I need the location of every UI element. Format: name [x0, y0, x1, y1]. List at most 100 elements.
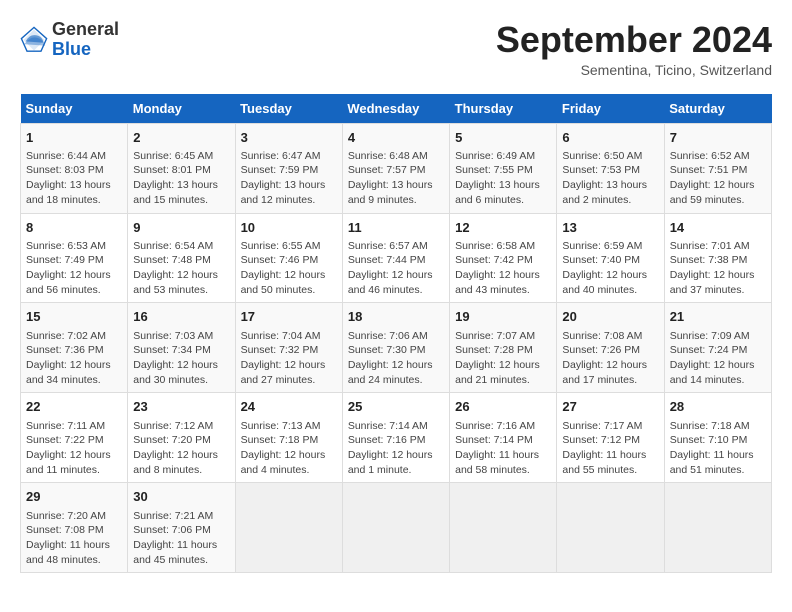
calendar-cell	[235, 483, 342, 573]
day-info: Sunrise: 6:50 AM Sunset: 7:53 PM Dayligh…	[562, 149, 658, 208]
day-info: Sunrise: 7:21 AM Sunset: 7:06 PM Dayligh…	[133, 509, 229, 568]
calendar-cell: 11 Sunrise: 6:57 AM Sunset: 7:44 PM Dayli…	[342, 213, 449, 303]
day-number: 9	[133, 219, 229, 237]
day-number: 21	[670, 308, 766, 326]
day-number: 30	[133, 488, 229, 506]
day-info: Sunrise: 6:48 AM Sunset: 7:57 PM Dayligh…	[348, 149, 444, 208]
day-number: 5	[455, 129, 551, 147]
calendar-week-row: 29Sunrise: 7:20 AM Sunset: 7:08 PM Dayli…	[21, 483, 772, 573]
day-info: Sunrise: 6:59 AM Sunset: 7:40 PM Dayligh…	[562, 239, 658, 298]
day-number: 28	[670, 398, 766, 416]
header-tuesday: Tuesday	[235, 94, 342, 124]
day-number: 12	[455, 219, 551, 237]
day-info: Sunrise: 6:49 AM Sunset: 7:55 PM Dayligh…	[455, 149, 551, 208]
calendar-cell	[450, 483, 557, 573]
day-number: 26	[455, 398, 551, 416]
calendar-cell	[664, 483, 771, 573]
calendar-table: Sunday Monday Tuesday Wednesday Thursday…	[20, 94, 772, 574]
day-info: Sunrise: 6:55 AM Sunset: 7:46 PM Dayligh…	[241, 239, 337, 298]
calendar-cell: 21 Sunrise: 7:09 AM Sunset: 7:24 PM Dayli…	[664, 303, 771, 393]
location-subtitle: Sementina, Ticino, Switzerland	[496, 62, 772, 78]
header-wednesday: Wednesday	[342, 94, 449, 124]
day-number: 14	[670, 219, 766, 237]
calendar-cell: 1 Sunrise: 6:44 AM Sunset: 8:03 PM Daylig…	[21, 123, 128, 213]
calendar-cell: 24Sunrise: 7:13 AM Sunset: 7:18 PM Dayli…	[235, 393, 342, 483]
day-info: Sunrise: 7:07 AM Sunset: 7:28 PM Dayligh…	[455, 329, 551, 388]
day-info: Sunrise: 7:09 AM Sunset: 7:24 PM Dayligh…	[670, 329, 766, 388]
day-number: 11	[348, 219, 444, 237]
day-number: 22	[26, 398, 122, 416]
calendar-cell	[342, 483, 449, 573]
calendar-cell: 14 Sunrise: 7:01 AM Sunset: 7:38 PM Dayli…	[664, 213, 771, 303]
calendar-cell: 9 Sunrise: 6:54 AM Sunset: 7:48 PM Daylig…	[128, 213, 235, 303]
day-number: 3	[241, 129, 337, 147]
day-number: 17	[241, 308, 337, 326]
day-info: Sunrise: 7:20 AM Sunset: 7:08 PM Dayligh…	[26, 509, 122, 568]
day-info: Sunrise: 6:45 AM Sunset: 8:01 PM Dayligh…	[133, 149, 229, 208]
header-saturday: Saturday	[664, 94, 771, 124]
calendar-cell: 4Sunrise: 6:48 AM Sunset: 7:57 PM Daylig…	[342, 123, 449, 213]
calendar-cell: 28 Sunrise: 7:18 AM Sunset: 7:10 PM Dayli…	[664, 393, 771, 483]
calendar-cell: 10 Sunrise: 6:55 AM Sunset: 7:46 PM Dayli…	[235, 213, 342, 303]
day-number: 1	[26, 129, 122, 147]
calendar-cell: 30 Sunrise: 7:21 AM Sunset: 7:06 PM Dayli…	[128, 483, 235, 573]
day-number: 8	[26, 219, 122, 237]
day-info: Sunrise: 6:47 AM Sunset: 7:59 PM Dayligh…	[241, 149, 337, 208]
calendar-cell: 25Sunrise: 7:14 AM Sunset: 7:16 PM Dayli…	[342, 393, 449, 483]
calendar-cell: 26 Sunrise: 7:16 AM Sunset: 7:14 PM Dayli…	[450, 393, 557, 483]
day-info: Sunrise: 7:14 AM Sunset: 7:16 PM Dayligh…	[348, 419, 444, 478]
calendar-week-row: 22 Sunrise: 7:11 AM Sunset: 7:22 PM Dayli…	[21, 393, 772, 483]
calendar-cell: 7Sunrise: 6:52 AM Sunset: 7:51 PM Daylig…	[664, 123, 771, 213]
month-title: September 2024	[496, 20, 772, 60]
day-number: 2	[133, 129, 229, 147]
calendar-cell: 16Sunrise: 7:03 AM Sunset: 7:34 PM Dayli…	[128, 303, 235, 393]
day-info: Sunrise: 7:17 AM Sunset: 7:12 PM Dayligh…	[562, 419, 658, 478]
day-info: Sunrise: 6:44 AM Sunset: 8:03 PM Dayligh…	[26, 149, 122, 208]
calendar-cell: 22 Sunrise: 7:11 AM Sunset: 7:22 PM Dayli…	[21, 393, 128, 483]
day-info: Sunrise: 7:02 AM Sunset: 7:36 PM Dayligh…	[26, 329, 122, 388]
header-monday: Monday	[128, 94, 235, 124]
day-number: 19	[455, 308, 551, 326]
calendar-cell: 3 Sunrise: 6:47 AM Sunset: 7:59 PM Daylig…	[235, 123, 342, 213]
day-info: Sunrise: 6:57 AM Sunset: 7:44 PM Dayligh…	[348, 239, 444, 298]
day-number: 15	[26, 308, 122, 326]
day-info: Sunrise: 7:06 AM Sunset: 7:30 PM Dayligh…	[348, 329, 444, 388]
logo-icon	[20, 26, 48, 54]
calendar-cell: 5 Sunrise: 6:49 AM Sunset: 7:55 PM Daylig…	[450, 123, 557, 213]
header-friday: Friday	[557, 94, 664, 124]
day-info: Sunrise: 7:12 AM Sunset: 7:20 PM Dayligh…	[133, 419, 229, 478]
day-number: 20	[562, 308, 658, 326]
logo-general: General	[52, 19, 119, 39]
calendar-header-row: Sunday Monday Tuesday Wednesday Thursday…	[21, 94, 772, 124]
day-number: 6	[562, 129, 658, 147]
calendar-cell: 18Sunrise: 7:06 AM Sunset: 7:30 PM Dayli…	[342, 303, 449, 393]
day-info: Sunrise: 7:03 AM Sunset: 7:34 PM Dayligh…	[133, 329, 229, 388]
calendar-cell: 29Sunrise: 7:20 AM Sunset: 7:08 PM Dayli…	[21, 483, 128, 573]
logo-text: General Blue	[52, 20, 119, 60]
title-block: September 2024 Sementina, Ticino, Switze…	[496, 20, 772, 78]
calendar-cell	[557, 483, 664, 573]
day-number: 13	[562, 219, 658, 237]
calendar-cell: 17Sunrise: 7:04 AM Sunset: 7:32 PM Dayli…	[235, 303, 342, 393]
day-info: Sunrise: 7:01 AM Sunset: 7:38 PM Dayligh…	[670, 239, 766, 298]
calendar-week-row: 1 Sunrise: 6:44 AM Sunset: 8:03 PM Daylig…	[21, 123, 772, 213]
day-number: 10	[241, 219, 337, 237]
calendar-cell: 23 Sunrise: 7:12 AM Sunset: 7:20 PM Dayli…	[128, 393, 235, 483]
day-info: Sunrise: 6:53 AM Sunset: 7:49 PM Dayligh…	[26, 239, 122, 298]
calendar-week-row: 8 Sunrise: 6:53 AM Sunset: 7:49 PM Daylig…	[21, 213, 772, 303]
header-thursday: Thursday	[450, 94, 557, 124]
day-info: Sunrise: 7:18 AM Sunset: 7:10 PM Dayligh…	[670, 419, 766, 478]
day-info: Sunrise: 7:16 AM Sunset: 7:14 PM Dayligh…	[455, 419, 551, 478]
calendar-week-row: 15 Sunrise: 7:02 AM Sunset: 7:36 PM Dayli…	[21, 303, 772, 393]
calendar-cell: 2 Sunrise: 6:45 AM Sunset: 8:01 PM Daylig…	[128, 123, 235, 213]
calendar-cell: 13 Sunrise: 6:59 AM Sunset: 7:40 PM Dayli…	[557, 213, 664, 303]
day-number: 23	[133, 398, 229, 416]
day-info: Sunrise: 7:08 AM Sunset: 7:26 PM Dayligh…	[562, 329, 658, 388]
calendar-cell: 8 Sunrise: 6:53 AM Sunset: 7:49 PM Daylig…	[21, 213, 128, 303]
day-number: 7	[670, 129, 766, 147]
calendar-cell: 19 Sunrise: 7:07 AM Sunset: 7:28 PM Dayli…	[450, 303, 557, 393]
calendar-cell: 6 Sunrise: 6:50 AM Sunset: 7:53 PM Daylig…	[557, 123, 664, 213]
day-info: Sunrise: 7:11 AM Sunset: 7:22 PM Dayligh…	[26, 419, 122, 478]
logo: General Blue	[20, 20, 119, 60]
day-info: Sunrise: 6:54 AM Sunset: 7:48 PM Dayligh…	[133, 239, 229, 298]
